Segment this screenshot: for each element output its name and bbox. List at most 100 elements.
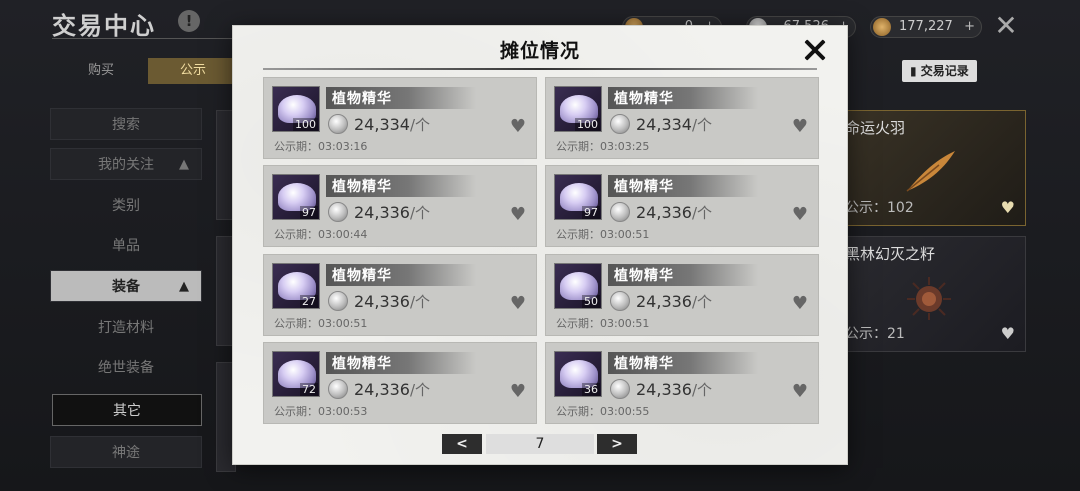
item-thumbnail[interactable]: 36 [554, 351, 602, 397]
add-currency-button[interactable]: + [964, 17, 975, 37]
sidebar-item-search[interactable]: 搜索 [50, 108, 202, 140]
item-price: 24,334/个 [354, 114, 430, 135]
silver-coin-icon [328, 202, 348, 222]
publicity-time: 公示期：03:00:44 [274, 228, 368, 241]
heart-icon[interactable]: ♥ [510, 116, 526, 137]
item-name: 植物精华 [614, 356, 674, 372]
price-unit: /个 [409, 116, 431, 134]
heart-icon[interactable]: ♥ [792, 293, 808, 314]
item-card-publicity: 公示：21 [845, 326, 905, 342]
silver-coin-icon [610, 202, 630, 222]
chevron-up-icon: ▲ [179, 157, 189, 172]
sidebar-item-label: 单品 [112, 238, 140, 254]
item-price: 24,336/个 [354, 291, 430, 312]
price-value: 24,334 [354, 115, 410, 134]
close-icon[interactable]: ✕ [992, 12, 1020, 40]
item-name: 植物精华 [614, 268, 674, 284]
item-card-name: 黑林幻灭之籽 [845, 245, 936, 263]
item-thumbnail[interactable]: 97 [272, 174, 320, 220]
item-name: 植物精华 [332, 179, 392, 195]
heart-icon[interactable]: ♥ [510, 293, 526, 314]
sidebar-item-label: 我的关注 [98, 157, 154, 173]
listing-card[interactable]: 72 植物精华 24,336/个 ♥ 公示期：03:00:53 [263, 342, 537, 424]
item-price: 24,336/个 [354, 202, 430, 223]
price-unit: /个 [409, 293, 431, 311]
silver-coin-icon [328, 291, 348, 311]
item-name: 植物精华 [614, 91, 674, 107]
item-card[interactable]: 命运火羽 公示：102 ♥ [838, 110, 1026, 226]
heart-icon[interactable]: ♥ [1001, 324, 1015, 343]
item-thumbnail[interactable]: 100 [272, 86, 320, 132]
heart-icon[interactable]: ♥ [510, 204, 526, 225]
listing-card[interactable]: 36 植物精华 24,336/个 ♥ 公示期：03:00:55 [545, 342, 819, 424]
silver-coin-icon [328, 379, 348, 399]
item-quantity: 72 [300, 383, 318, 396]
item-card-name: 命运火羽 [845, 119, 906, 137]
sidebar-item-label: 神途 [112, 445, 140, 461]
publicity-time: 公示期：03:00:55 [556, 405, 650, 418]
price-unit: /个 [691, 116, 713, 134]
heart-icon[interactable]: ♥ [792, 381, 808, 402]
listing-card[interactable]: 50 植物精华 24,336/个 ♥ 公示期：03:00:51 [545, 254, 819, 336]
item-price: 24,336/个 [636, 379, 712, 400]
sidebar-item-label: 绝世装备 [98, 360, 154, 376]
clipboard-icon: ▮ [910, 64, 921, 78]
silver-coin-icon [328, 114, 348, 134]
sidebar-item-label: 其它 [113, 403, 141, 419]
price-value: 24,334 [636, 115, 692, 134]
item-thumbnail[interactable]: 50 [554, 263, 602, 309]
sidebar-item-other[interactable]: 其它 [52, 394, 202, 426]
sidebar-item-label: 类别 [112, 198, 140, 214]
item-quantity: 50 [582, 295, 600, 308]
tab-buy[interactable]: 购买 [56, 58, 146, 84]
sidebar-item-label: 搜索 [112, 117, 140, 133]
sidebar-item-follow[interactable]: 我的关注 ▲ [50, 148, 202, 180]
trade-record-label: 交易记录 [920, 64, 969, 78]
sidebar-item-divine[interactable]: 神途 [50, 436, 202, 468]
sidebar-item-single[interactable]: 单品 [50, 230, 202, 262]
item-thumbnail[interactable]: 97 [554, 174, 602, 220]
info-icon[interactable]: ! [178, 10, 200, 32]
stall-status-dialog: 摊位情况 100 植物精华 24,334/个 ♥ 公示期：03:03:16 100 植物精华… [233, 26, 847, 464]
item-name: 植物精华 [332, 268, 392, 284]
item-thumbnail[interactable]: 100 [554, 86, 602, 132]
item-thumbnail[interactable]: 72 [272, 351, 320, 397]
heart-icon[interactable]: ♥ [792, 204, 808, 225]
heart-icon[interactable]: ♥ [510, 381, 526, 402]
prev-page-button[interactable]: < [442, 434, 482, 454]
sidebar-item-equipment[interactable]: 装备 ▲ [50, 270, 202, 302]
heart-icon[interactable]: ♥ [792, 116, 808, 137]
listing-card[interactable]: 27 植物精华 24,336/个 ♥ 公示期：03:00:51 [263, 254, 537, 336]
item-quantity: 100 [293, 118, 318, 131]
listing-card[interactable]: 97 植物精华 24,336/个 ♥ 公示期：03:00:44 [263, 165, 537, 247]
title-divider [52, 38, 242, 39]
publicity-time: 公示期：03:00:51 [274, 317, 368, 330]
price-unit: /个 [409, 381, 431, 399]
item-thumbnail[interactable]: 27 [272, 263, 320, 309]
heart-icon[interactable]: ♥ [1001, 198, 1015, 217]
sidebar-item-unique[interactable]: 绝世装备 [50, 352, 202, 384]
item-quantity: 100 [575, 118, 600, 131]
tab-publicity[interactable]: 公示 [148, 58, 238, 84]
listing-card[interactable]: 100 植物精华 24,334/个 ♥ 公示期：03:03:16 [263, 77, 537, 159]
trade-record-button[interactable]: ▮ 交易记录 [902, 60, 977, 82]
listing-card[interactable]: 97 植物精华 24,336/个 ♥ 公示期：03:00:51 [545, 165, 819, 247]
sidebar-item-crafting[interactable]: 打造材料 [50, 312, 202, 344]
copper-coin-icon [873, 18, 891, 36]
listing-card[interactable]: 100 植物精华 24,334/个 ♥ 公示期：03:03:25 [545, 77, 819, 159]
screen-title: 交易中心 [52, 12, 156, 40]
item-card-publicity: 公示：102 [845, 200, 914, 216]
next-page-button[interactable]: > [597, 434, 637, 454]
publicity-time: 公示期：03:00:51 [556, 228, 650, 241]
sidebar-item-category[interactable]: 类别 [50, 190, 202, 222]
feather-icon [899, 147, 959, 195]
price-value: 24,336 [354, 380, 410, 399]
currency-value: 177,227 [899, 19, 953, 34]
sidebar-item-label: 打造材料 [98, 320, 154, 336]
item-quantity: 27 [300, 295, 318, 308]
item-name: 植物精华 [332, 91, 392, 107]
item-card[interactable]: 黑林幻灭之籽 公示：21 ♥ [838, 236, 1026, 352]
publicity-time: 公示期：03:03:25 [556, 140, 650, 153]
price-value: 24,336 [354, 292, 410, 311]
price-value: 24,336 [636, 292, 692, 311]
